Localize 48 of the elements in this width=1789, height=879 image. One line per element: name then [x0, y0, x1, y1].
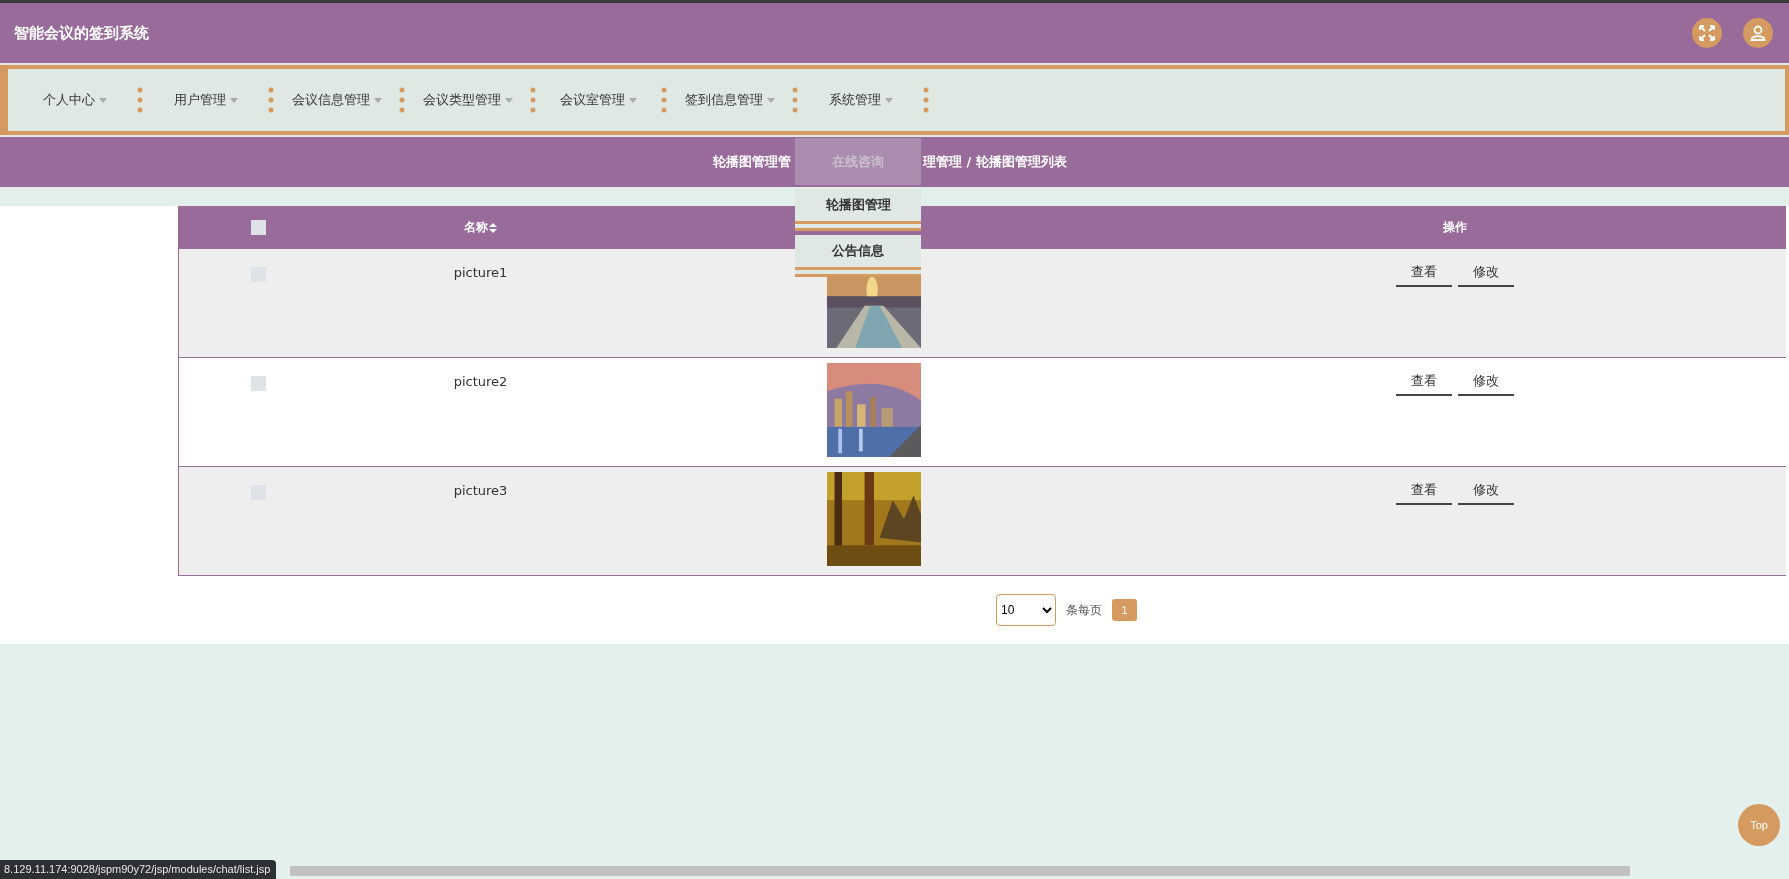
select-all-checkbox[interactable] [250, 220, 266, 235]
user-button[interactable] [1743, 18, 1773, 48]
separator-dots-icon [661, 87, 667, 113]
column-label: 操作 [1442, 220, 1467, 234]
app-title: 智能会议的签到系统 [14, 23, 149, 43]
expand-icon [1698, 24, 1716, 42]
separator-dots-icon [530, 87, 536, 113]
action-button[interactable]: 查看 [1395, 477, 1452, 505]
table-cell: picture2 [453, 374, 508, 389]
breadcrumb-text: 理管理 / 轮播图管理列表 [923, 153, 1067, 171]
nav-menu-item[interactable]: 会议室管理 [556, 87, 641, 113]
caret-icon [373, 97, 382, 103]
action-button[interactable]: 修改 [1457, 368, 1514, 396]
dropdown-item[interactable]: 公告信息 [795, 235, 921, 277]
table-cell: picture1 [453, 265, 508, 280]
separator-dots-icon [399, 87, 405, 113]
breadcrumb-text: 轮播图管理管 [713, 153, 791, 171]
separator-dots-icon [792, 87, 798, 113]
nav-menu-item[interactable]: 会议信息管理 [287, 87, 386, 113]
action-button[interactable]: 修改 [1457, 477, 1514, 505]
table-cell: picture3 [453, 483, 508, 498]
nav-menu-item[interactable]: 系统管理 [824, 87, 897, 113]
action-button[interactable]: 查看 [1395, 368, 1452, 396]
status-url: 8.129.11.174:9028/jspm90y72/jsp/modules/chat/list.jsp [0, 860, 277, 879]
column-label: 名称 [464, 220, 488, 234]
separator-dots-icon [137, 87, 143, 113]
caret-icon [884, 97, 893, 103]
user-icon [1749, 24, 1767, 42]
page-size-select[interactable]: 10 [996, 594, 1056, 626]
nav-menu-item[interactable]: 签到信息管理 [680, 87, 779, 113]
fullscreen-button[interactable] [1692, 18, 1722, 48]
sort-icon[interactable] [489, 222, 497, 233]
caret-icon [98, 97, 107, 103]
action-button[interactable]: 修改 [1457, 259, 1514, 287]
row-checkbox[interactable] [250, 376, 266, 391]
separator-dots-icon [923, 87, 929, 113]
nav-menu-item[interactable]: 个人中心 [38, 87, 111, 113]
action-button[interactable]: 查看 [1395, 259, 1452, 287]
separator-dots-icon [268, 87, 274, 113]
caret-icon [504, 97, 513, 103]
nav-menu-item[interactable]: 用户管理 [169, 87, 242, 113]
dropdown-item[interactable]: 轮播图管理 [795, 189, 921, 231]
caret-icon [229, 97, 238, 103]
horizontal-scrollbar[interactable] [290, 866, 1630, 876]
nav-menu-item[interactable]: 会议类型管理 [418, 87, 517, 113]
caret-icon [766, 97, 775, 103]
caret-icon [629, 97, 637, 103]
page-size-label: 条每页 [1066, 601, 1102, 619]
